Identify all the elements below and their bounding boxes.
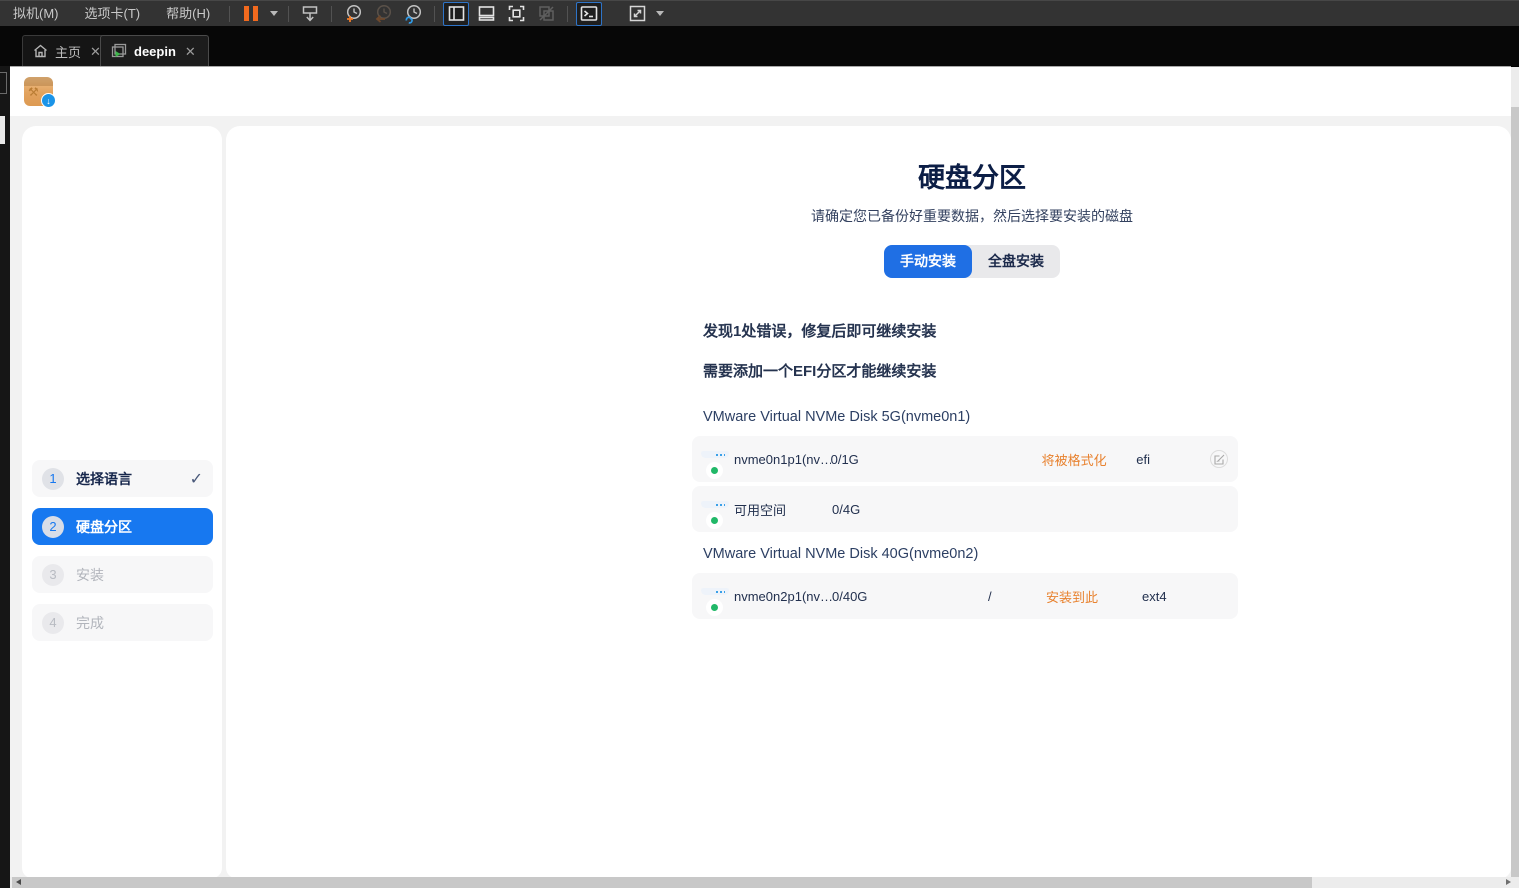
step-disk-partition: 2 硬盘分区 [32,508,213,545]
vertical-scrollbar[interactable] [1511,67,1519,877]
manual-install-tab[interactable]: 手动安装 [884,245,972,278]
revert-snapshot-button[interactable] [370,2,396,26]
partition-row-nvme0n2p1[interactable]: nvme0n2p1(nv… 0/40G / 安装到此 ext4 [692,573,1238,619]
scroll-left-arrow-icon[interactable] [16,879,21,885]
partition-size: 0/1G [830,451,859,467]
left-edge-fragment [0,72,7,94]
installer-main-panel: 硬盘分区 请确定您已备份好重要数据，然后选择要安装的磁盘 手动安装 全盘安装 发… [226,126,1511,878]
step-finish: 4 完成 [32,604,213,641]
installer-sidebar: 1 选择语言 ✓ 2 硬盘分区 3 安装 4 完成 [22,126,222,878]
vmware-menubar: 拟机(M) 选项卡(T) 帮助(H) [0,0,1519,26]
unity-mode-icon [538,6,554,21]
edit-partition-button[interactable] [1210,450,1228,468]
page-subtitle: 请确定您已备份好重要数据，然后选择要安装的磁盘 [811,208,1133,224]
console-view-button[interactable] [576,1,603,26]
console-icon [580,6,598,21]
page-title: 硬盘分区 [918,163,1026,193]
error-detail: 需要添加一个EFI分区才能继续安装 [703,363,937,380]
menu-vm[interactable]: 拟机(M) [0,1,72,27]
partition-name: nvme0n1p1(nv… [734,451,831,467]
horizontal-scrollbar-thumb[interactable] [12,877,1312,888]
install-mode-toggle: 手动安装 全盘安装 [884,245,1060,278]
take-snapshot-button[interactable] [340,2,366,26]
vertical-scrollbar-thumb[interactable] [1511,107,1519,877]
error-summary: 发现1处错误，修复后即可继续安装 [703,323,937,340]
partition-status: 安装到此 [1046,589,1099,605]
filesystem-type: efi [1136,451,1151,467]
partition-status: 将被格式化 [1041,452,1107,468]
tab-home-label: 主页 [55,44,82,60]
step-label: 硬盘分区 [76,518,132,535]
left-edge-fragment [0,116,5,144]
edit-pencil-icon [1214,454,1224,465]
pause-icon [244,6,259,21]
filesystem-type: ext4 [1142,588,1167,604]
partition-row-nvme0n1p1[interactable]: nvme0n1p1(nv… 0/1G 将被格式化 efi [692,436,1238,482]
step-number: 4 [42,611,64,634]
pause-vm-button[interactable] [238,2,264,26]
vm-screen-icon [111,43,127,58]
check-icon: ✓ [189,470,203,488]
fit-guest-button[interactable] [503,2,529,26]
step-number: 1 [42,467,64,490]
step-number: 3 [42,563,64,586]
show-thumbnail-bar-button[interactable] [473,2,499,26]
horizontal-scrollbar[interactable] [10,877,1519,888]
take-snapshot-icon [346,4,361,22]
library-panel-icon [448,6,464,21]
send-ctrl-alt-del-button[interactable] [297,2,323,26]
home-icon [34,44,47,58]
toolbar-separator [434,5,436,22]
manage-snapshots-button[interactable] [400,2,426,26]
revert-snapshot-icon [375,4,391,23]
disk-group-title: VMware Virtual NVMe Disk 40G(nvme0n2) [703,546,979,562]
toolbar-separator [331,5,333,22]
download-badge-icon: ↓ [41,93,56,108]
installer-app-icon: ↓ [24,77,56,108]
step-choose-language: 1 选择语言 ✓ [32,460,213,497]
partition-size: 0/4G [832,501,861,517]
tab-deepin-label: deepin [134,43,176,59]
show-library-button[interactable] [443,1,470,26]
tab-deepin-close-icon[interactable]: ✕ [183,44,198,59]
step-label: 选择语言 [76,470,132,487]
partition-size: 0/40G [832,588,868,604]
toolbar-separator [288,5,290,22]
disk-group-title: VMware Virtual NVMe Disk 5G(nvme0n1) [703,409,971,425]
toolbar-separator [567,5,569,22]
fit-guest-icon [508,5,524,22]
full-disk-install-tab[interactable]: 全盘安装 [972,245,1060,278]
step-install: 3 安装 [32,556,213,593]
unity-mode-button[interactable] [533,2,559,26]
tab-deepin[interactable]: deepin ✕ [100,35,209,66]
thumbnail-bar-icon [478,6,494,21]
fullscreen-icon [629,5,645,22]
manage-snapshots-icon [405,4,421,24]
pause-dropdown-caret[interactable] [270,11,279,16]
menu-help[interactable]: 帮助(H) [153,1,223,27]
partition-row-freespace[interactable]: 可用空间 0/4G [692,486,1238,532]
vm-console: ↓ 1 选择语言 ✓ 2 硬盘分区 3 安装 4 完成 硬盘分区 请确定您已备份… [10,66,1511,878]
ctrl-alt-del-icon [302,5,318,21]
vmware-tabbar: 主页 ✕ deepin ✕ [0,26,1519,66]
fullscreen-button[interactable] [624,2,650,26]
scroll-right-arrow-icon[interactable] [1506,879,1511,885]
installer-titlebar: ↓ [10,67,1511,116]
step-number: 2 [42,515,64,538]
partition-name: nvme0n2p1(nv… [734,588,832,604]
fullscreen-dropdown-caret[interactable] [656,11,665,16]
partition-name: 可用空间 [734,502,787,518]
mount-point: / [988,588,992,604]
step-label: 完成 [76,614,104,631]
menu-tabs[interactable]: 选项卡(T) [72,1,154,27]
window-left-edge [0,66,10,888]
toolbar-separator [229,5,231,22]
step-label: 安装 [76,566,104,583]
